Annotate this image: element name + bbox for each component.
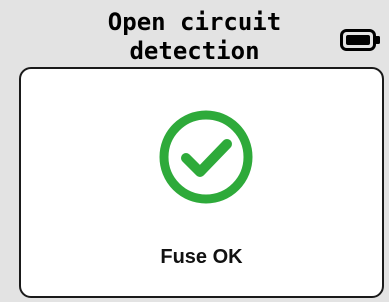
- status-bar: Open circuit detection: [0, 0, 389, 66]
- battery-full-icon: [340, 28, 382, 52]
- result-dialog: Fuse OK: [19, 67, 384, 298]
- screen-title: Open circuit detection: [107, 8, 282, 65]
- status-message: Fuse OK: [160, 246, 243, 268]
- checkmark-circle-icon: [159, 110, 253, 204]
